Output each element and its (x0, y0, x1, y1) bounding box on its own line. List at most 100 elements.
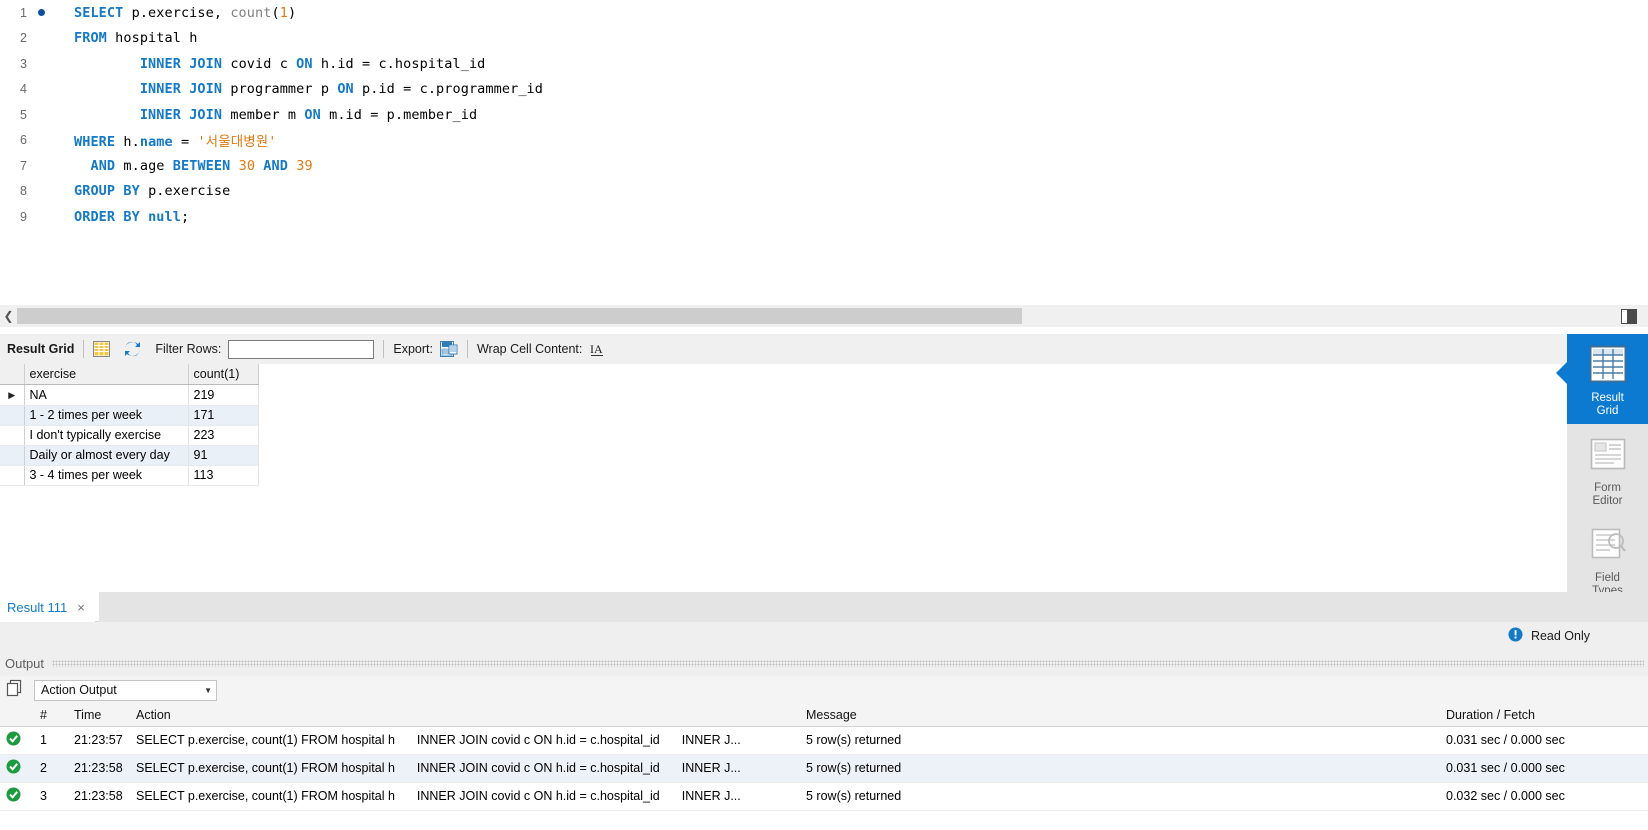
copy-icon[interactable] (5, 679, 24, 701)
column-header-exercise[interactable]: exercise (24, 364, 189, 385)
filter-rows-input[interactable] (228, 339, 375, 359)
toggle-panel-icon[interactable] (1621, 308, 1637, 324)
refresh-icon[interactable] (124, 341, 141, 357)
cell-exercise[interactable]: 3 - 4 times per week (24, 465, 189, 486)
toolbar-divider-3 (466, 340, 468, 358)
scroll-left-icon[interactable]: ❮ (0, 305, 17, 327)
code-line[interactable]: 2 FROM hospital h (0, 26, 1648, 52)
row-selector-cell[interactable] (0, 405, 25, 426)
cell-time: 21:23:58 (68, 782, 130, 811)
sql-editor[interactable]: 1 SELECT p.exercise, count(1) 2 FROM hospit… (0, 0, 1648, 305)
export-icon[interactable] (439, 340, 458, 358)
table-row[interactable]: I don't typically exercise 223 (0, 425, 259, 446)
cell-exercise[interactable]: Daily or almost every day (24, 445, 189, 466)
code-token: p.exercise, (131, 4, 231, 21)
cell-exercise[interactable]: 1 - 2 times per week (24, 405, 189, 426)
table-row[interactable]: 3 - 4 times per week 113 (0, 465, 259, 486)
chevron-down-icon[interactable]: ▼ (204, 686, 212, 695)
action-fragment: INNER J... (681, 761, 741, 775)
output-panel-title: Output (5, 655, 45, 671)
line-number: 1 (20, 5, 27, 20)
code-line[interactable]: 4 INNER JOIN programmer p ON p.id = c.pr… (0, 77, 1648, 103)
cell-count[interactable]: 219 (188, 384, 259, 406)
table-row[interactable]: 1 - 2 times per week 171 (0, 405, 259, 426)
code-line[interactable]: 5 INNER JOIN member m ON m.id = p.member… (0, 102, 1648, 128)
row-selector-cell[interactable] (0, 445, 25, 466)
tab-result-111[interactable]: Result 111 × (0, 592, 95, 622)
code-text: AND m.age BETWEEN 30 AND 39 (52, 158, 313, 174)
code-token: member m (230, 106, 305, 123)
action-fragment: INNER JOIN covid c ON h.id = c.hospital_… (416, 733, 660, 747)
action-fragment: INNER J... (681, 733, 741, 747)
table-row[interactable]: ▶ NA 219 (0, 384, 259, 406)
label-line-2: Grid (1596, 405, 1619, 417)
breakpoint-icon[interactable] (30, 5, 52, 21)
result-grid-body: ▶ NA 219 1 - 2 times per week 171 I don't typ… (0, 384, 259, 486)
code-line[interactable]: 7 AND m.age BETWEEN 30 AND 39 (0, 153, 1648, 179)
code-token: h. (123, 134, 140, 151)
editor-horizontal-scrollbar[interactable]: ❮ ❯ (0, 305, 1648, 327)
result-grid-header: exercise count(1) (0, 364, 259, 385)
cell-duration: 0.031 sec / 0.000 sec (1440, 726, 1648, 755)
cell-count[interactable]: 171 (188, 405, 259, 426)
sidebar-item-field-types[interactable]: Field Types (1567, 514, 1648, 604)
result-grid-toolbar: Result Grid Filter Rows: Export: Wrap Ce… (0, 334, 1567, 364)
code-line[interactable]: 9 ORDER BY null; (0, 204, 1648, 230)
result-status-bar: Read Only (0, 622, 1648, 650)
scrollbar-thumb[interactable] (17, 308, 1022, 324)
table-row[interactable]: 1 21:23:57 SELECT p.exercise, count(1) FRO… (0, 726, 1648, 755)
code-token: = (172, 134, 198, 151)
cell-action[interactable]: SELECT p.exercise, count(1) FROM hospita… (130, 782, 800, 811)
code-text: FROM hospital h (52, 30, 197, 46)
code-line[interactable]: 6 WHERE h.name = '서울대병원' (0, 128, 1648, 154)
code-token: m.age (123, 157, 173, 174)
code-text: GROUP BY p.exercise (52, 183, 230, 199)
sidebar-item-form-editor[interactable]: Form Editor (1567, 424, 1648, 514)
output-view-select[interactable]: Action Output ▼ (34, 679, 217, 701)
result-grid[interactable]: exercise count(1) ▶ NA 219 1 - 2 times per … (0, 364, 1567, 592)
current-row-arrow-icon: ▶ (8, 389, 16, 400)
code-token: FROM (74, 30, 116, 47)
success-check-icon (6, 731, 21, 749)
table-row[interactable]: 3 21:23:58 SELECT p.exercise, count(1) FRO… (0, 782, 1648, 811)
column-header-duration: Duration / Fetch (1440, 704, 1648, 727)
cell-exercise[interactable]: NA (24, 384, 189, 406)
cell-exercise[interactable]: I don't typically exercise (24, 425, 189, 446)
code-token: BETWEEN (172, 157, 239, 174)
scrollbar-track[interactable] (17, 305, 1631, 327)
grid-columns-icon[interactable] (93, 341, 111, 357)
row-selector-cell[interactable]: ▶ (0, 384, 25, 406)
code-line[interactable]: 8 GROUP BY p.exercise (0, 179, 1648, 205)
code-token: ON (304, 106, 330, 123)
cell-count[interactable]: 113 (188, 465, 259, 486)
success-check-icon (6, 787, 21, 805)
cell-index: 3 (34, 782, 68, 811)
code-token: INNER JOIN (139, 106, 231, 123)
svg-text:A: A (594, 342, 603, 356)
sidebar-item-result-grid[interactable]: Result Grid (1556, 334, 1648, 424)
code-text: INNER JOIN covid c ON h.id = c.hospital_… (52, 56, 485, 72)
cell-time: 21:23:58 (68, 754, 130, 783)
code-line[interactable]: 1 SELECT p.exercise, count(1) (0, 0, 1648, 26)
cell-count[interactable]: 223 (188, 425, 259, 446)
line-number: 6 (20, 133, 27, 148)
cell-action[interactable]: SELECT p.exercise, count(1) FROM hospita… (130, 754, 800, 783)
code-text: INNER JOIN programmer p ON p.id = c.prog… (52, 81, 543, 97)
code-token: '서울대병원' (197, 134, 277, 151)
code-text: SELECT p.exercise, count(1) (52, 5, 296, 21)
column-header-count[interactable]: count(1) (188, 364, 259, 385)
close-icon[interactable]: × (77, 600, 85, 615)
row-selector-cell[interactable] (0, 465, 25, 486)
table-row[interactable]: 2 21:23:58 SELECT p.exercise, count(1) FRO… (0, 754, 1648, 783)
cell-action[interactable]: SELECT p.exercise, count(1) FROM hospita… (130, 726, 800, 755)
code-text: INNER JOIN member m ON m.id = p.member_i… (52, 107, 477, 123)
line-number: 8 (20, 184, 27, 199)
code-token: 39 (296, 157, 313, 174)
row-selector-cell[interactable] (0, 425, 25, 446)
code-line[interactable]: 3 INNER JOIN covid c ON h.id = c.hospita… (0, 51, 1648, 77)
wrap-text-icon[interactable]: I A (590, 342, 606, 357)
table-row[interactable]: Daily or almost every day 91 (0, 445, 259, 466)
code-text: ORDER BY null; (52, 209, 189, 225)
action-fragment: SELECT p.exercise, count(1) FROM hospita… (136, 761, 395, 775)
cell-count[interactable]: 91 (188, 445, 259, 466)
